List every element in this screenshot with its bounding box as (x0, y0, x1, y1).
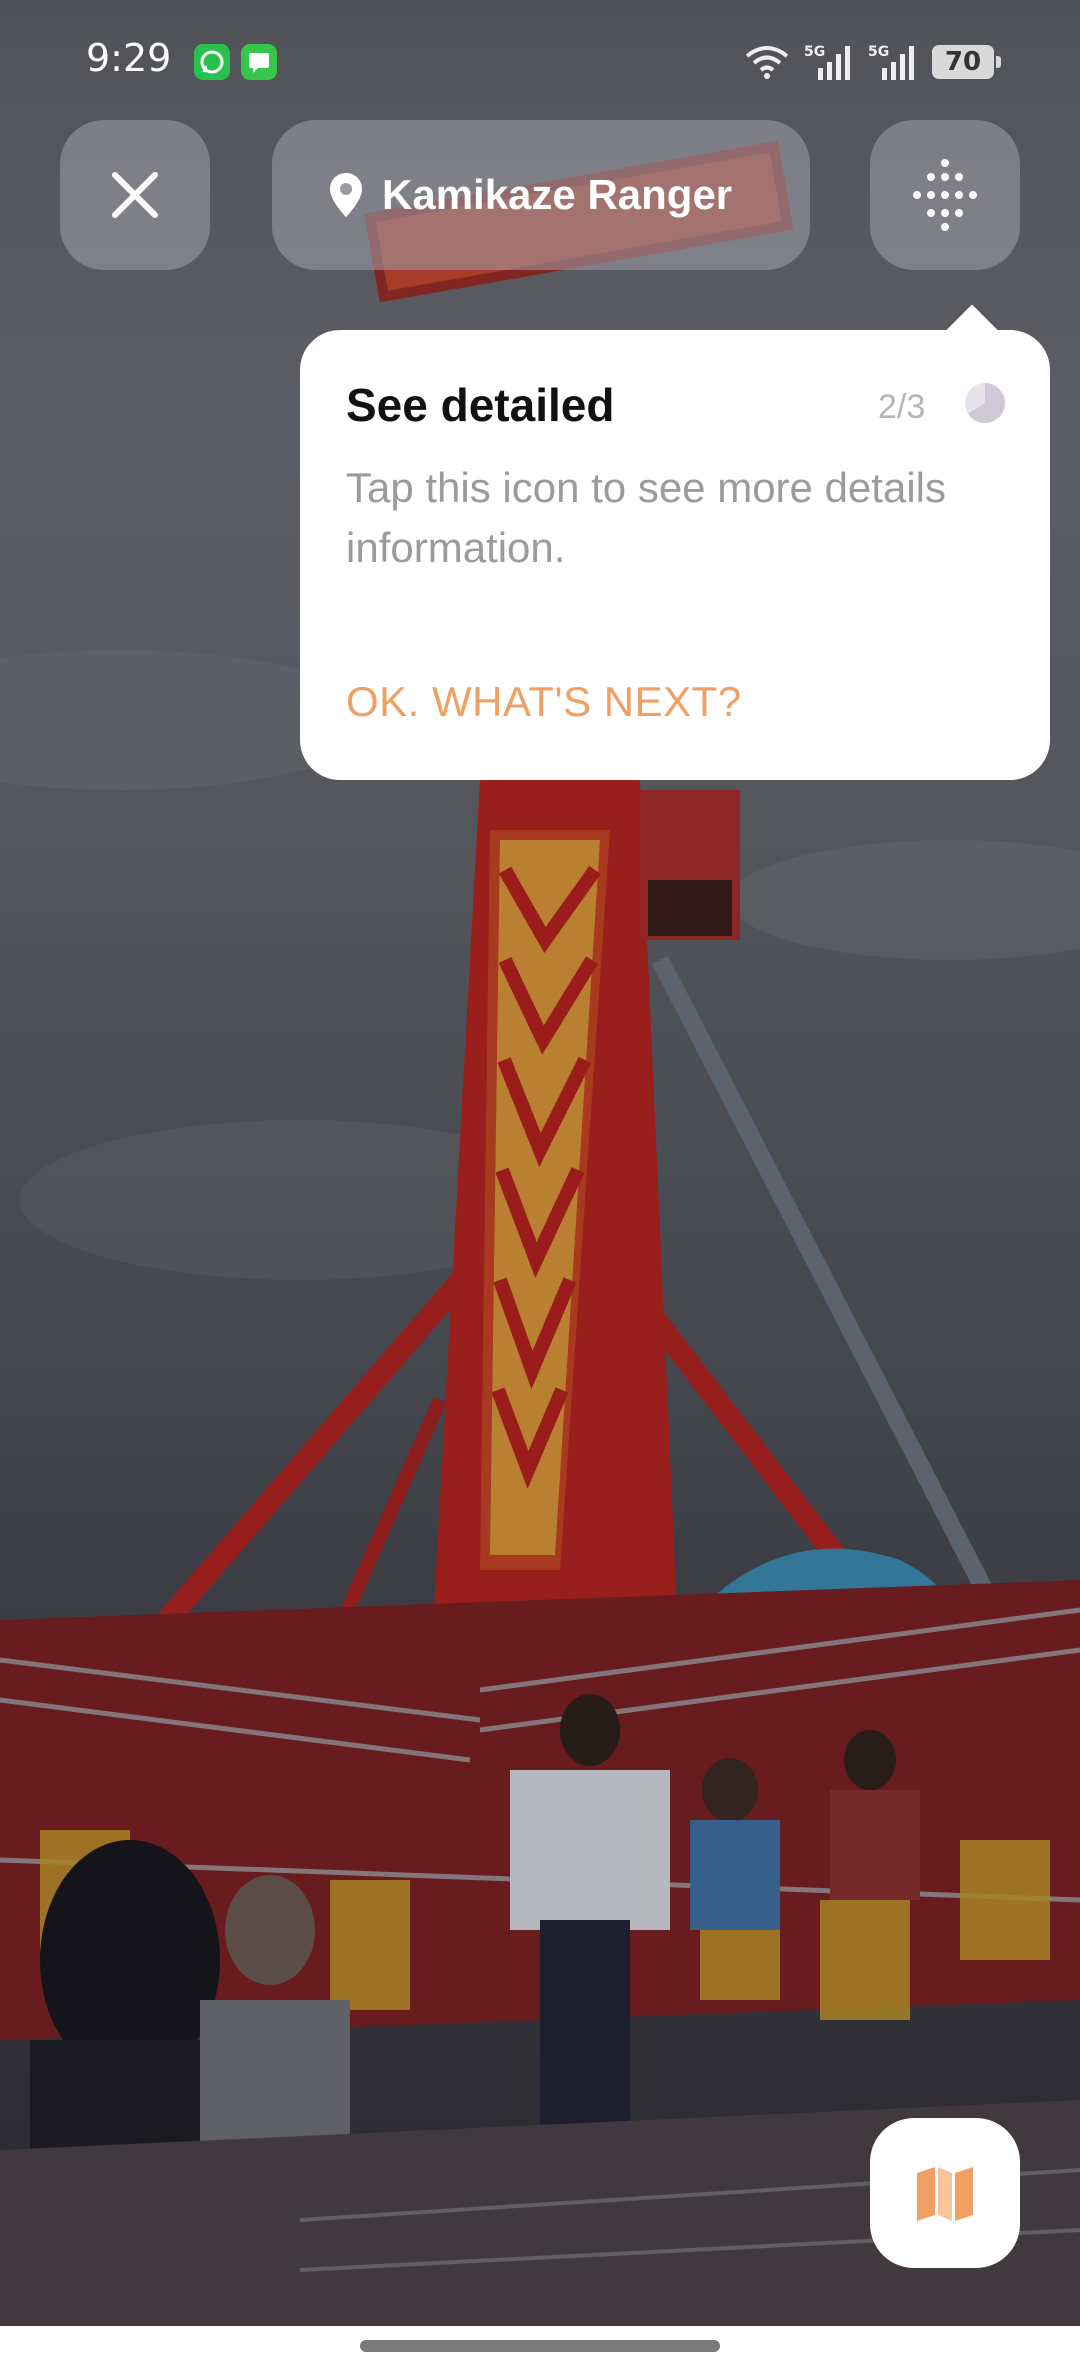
tooltip-next-button[interactable]: OK. WHAT'S NEXT? (346, 678, 742, 726)
battery-level: 70 (944, 47, 982, 77)
status-time: 9:29 (86, 36, 172, 80)
svg-text:5G: 5G (868, 44, 889, 60)
step-progress-icon (965, 383, 1005, 423)
system-icons: 5G 5G 70 (744, 40, 1001, 84)
messages-icon (241, 44, 277, 80)
onboarding-tooltip: See detailed 2/3 Tap this icon to see mo… (300, 330, 1050, 780)
map-icon (917, 2167, 973, 2221)
tooltip-description: Tap this icon to see more details inform… (346, 464, 946, 571)
wifi-icon (745, 46, 789, 79)
dots-grid-icon (913, 159, 977, 231)
close-icon (112, 172, 158, 218)
tooltip-title: See detailed (346, 379, 615, 431)
whatsapp-icon (194, 44, 230, 80)
details-button[interactable] (870, 120, 1020, 270)
home-indicator[interactable] (360, 2340, 720, 2352)
status-bar: 9:29 5G 5G 70 (0, 0, 1080, 120)
battery-indicator: 70 (932, 45, 1001, 79)
svg-text:5G: 5G (804, 44, 825, 60)
signal-5g-icon-2: 5G (868, 44, 914, 80)
map-button[interactable] (870, 2118, 1020, 2268)
location-name: Kamikaze Ranger (382, 171, 733, 218)
signal-5g-icon: 5G (804, 44, 850, 80)
navigation-bar (0, 2326, 1080, 2374)
close-button[interactable] (60, 120, 210, 270)
map-pin-icon (330, 173, 362, 217)
tooltip-step-counter: 2/3 (878, 388, 926, 426)
location-pill[interactable]: Kamikaze Ranger (272, 120, 810, 270)
